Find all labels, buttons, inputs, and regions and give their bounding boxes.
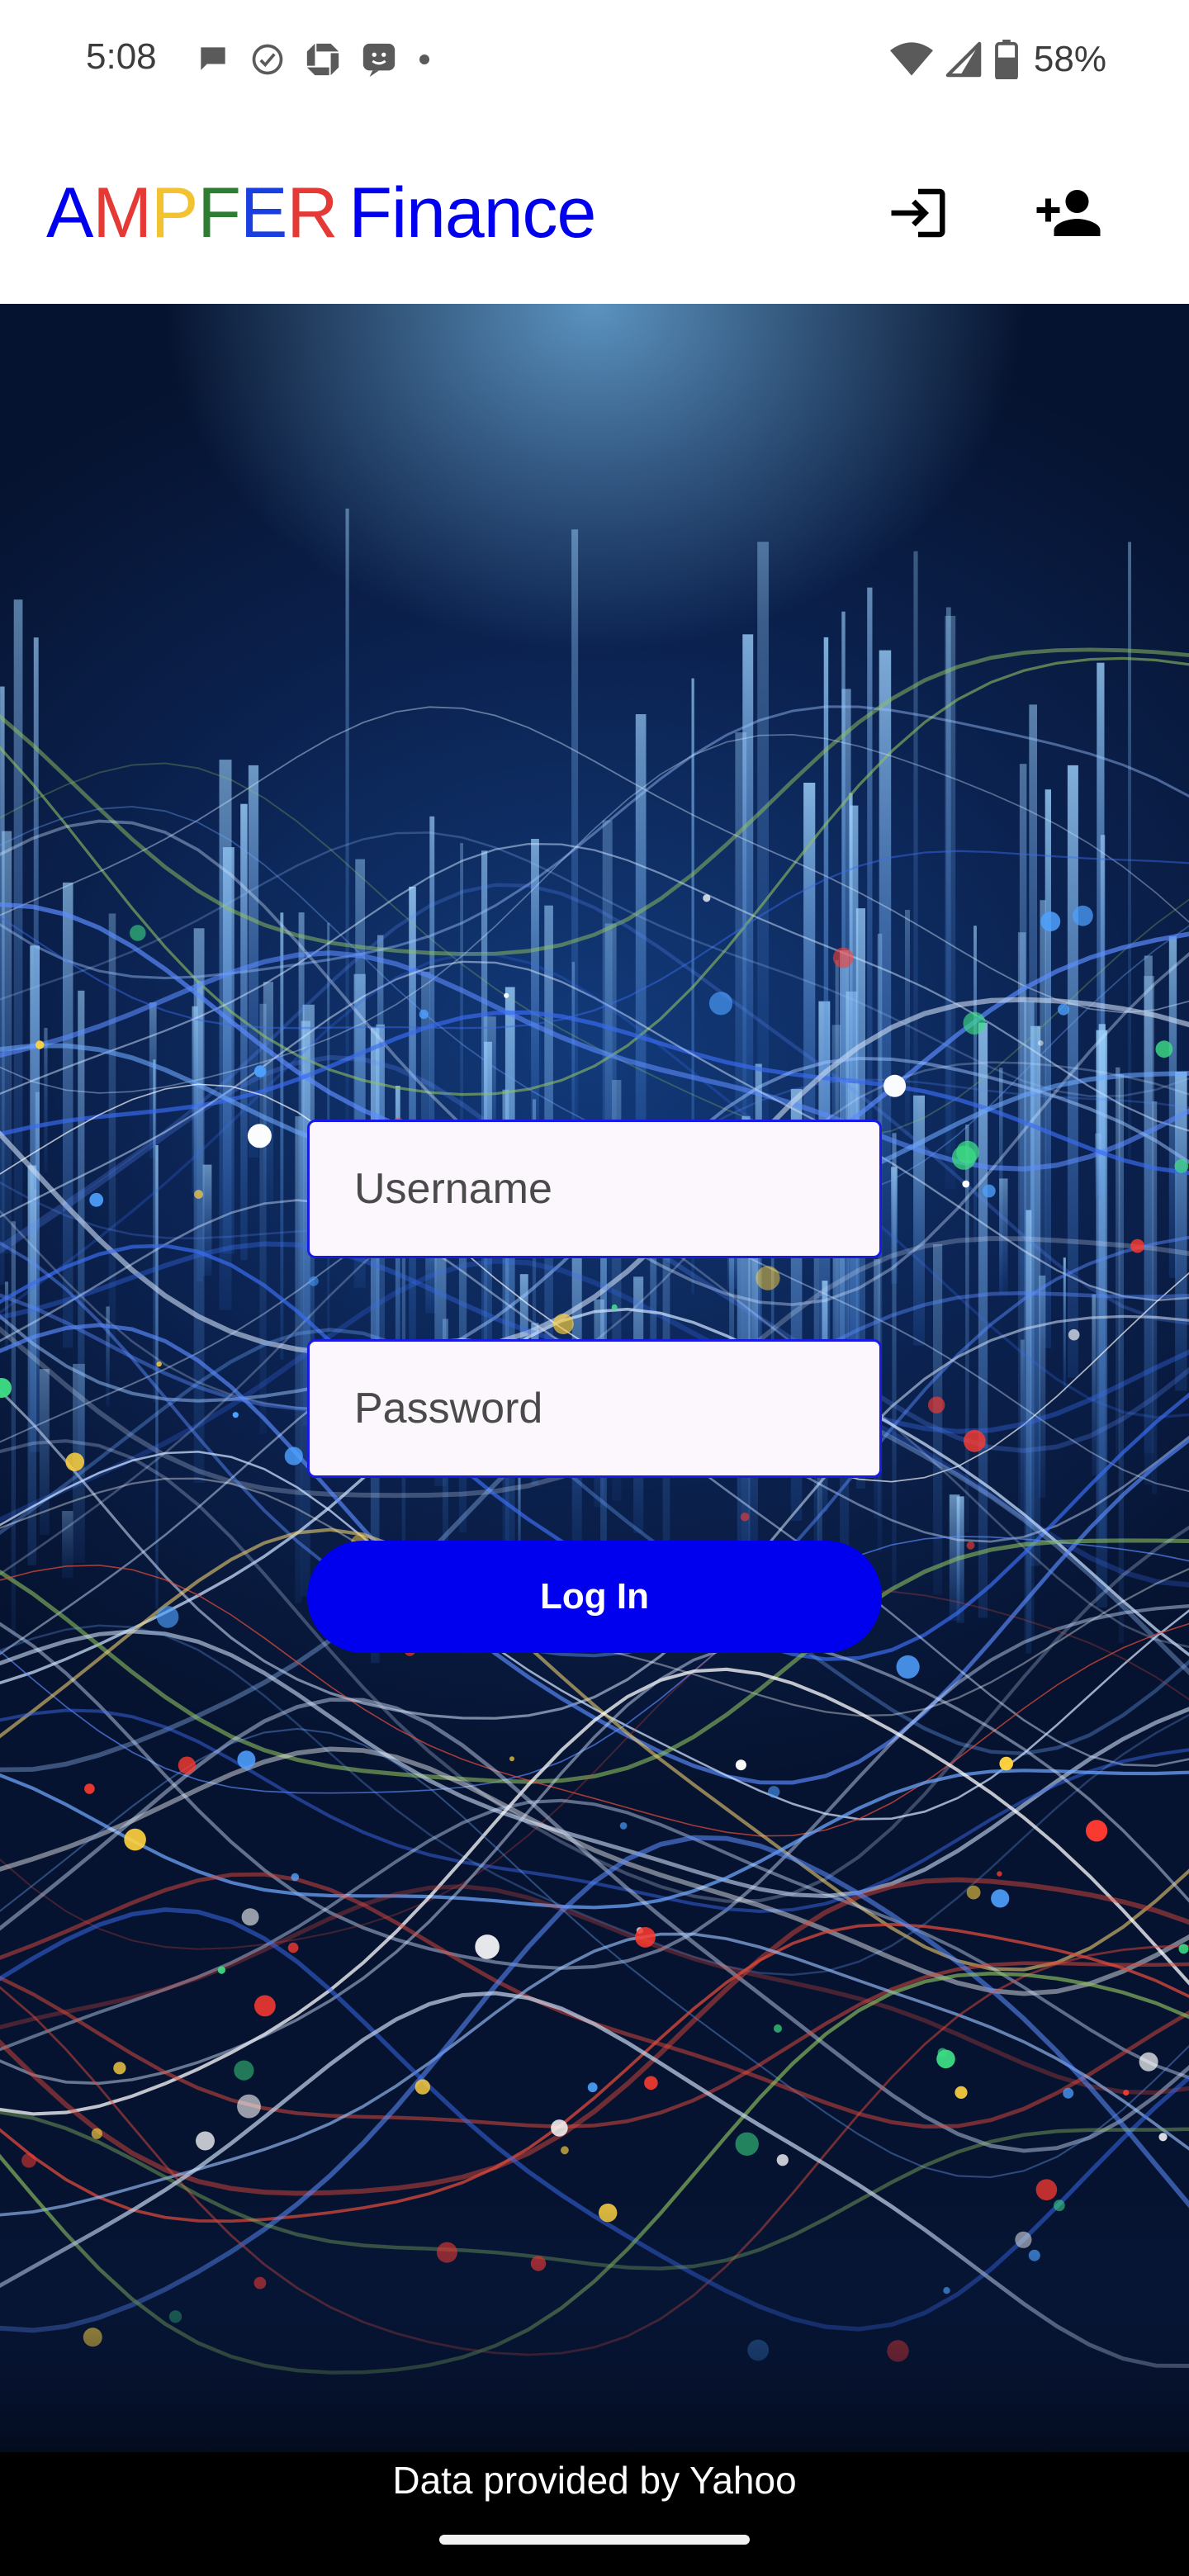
battery-icon: [995, 40, 1018, 79]
username-input[interactable]: [310, 1122, 879, 1256]
system-status: 58%: [889, 36, 1106, 83]
check-circle-icon: [252, 44, 283, 75]
brand-letter: R: [287, 173, 338, 253]
brand-letter: M: [92, 173, 152, 253]
brand-letter: F: [197, 173, 241, 253]
more-dot-icon: [419, 54, 429, 64]
password-field[interactable]: [307, 1339, 882, 1478]
brand-suffix: Finance: [348, 173, 596, 253]
login-submit-button[interactable]: Log In: [307, 1541, 882, 1653]
data-attribution: Data provided by Yahoo: [392, 2459, 797, 2502]
username-field[interactable]: [307, 1120, 882, 1258]
add-user-button[interactable]: [1027, 172, 1110, 254]
messenger-app-icon: [362, 43, 396, 78]
wifi-icon: [889, 42, 933, 76]
brand-letter: A: [46, 173, 93, 253]
chase-bank-icon: [306, 43, 339, 76]
status-bar: 5:08 58%: [0, 0, 1189, 121]
home-indicator-bar[interactable]: [439, 2535, 750, 2545]
login-button-icon-action[interactable]: [877, 172, 959, 254]
brand-letter: P: [151, 173, 198, 253]
status-time: 5:08: [86, 36, 157, 77]
password-input[interactable]: [310, 1342, 879, 1475]
brand-letter: E: [239, 173, 287, 253]
cellular-signal-icon: [945, 41, 982, 78]
notification-icons: [195, 36, 433, 83]
login-icon: [891, 188, 945, 238]
login-screen: 5:08 58% AMPFER Finance Username Log In …: [0, 0, 1189, 2576]
app-logo: AMPFER Finance: [46, 172, 596, 254]
chat-bubble-icon: [201, 47, 225, 70]
app-bar: AMPFER Finance: [0, 121, 1189, 304]
person-add-icon: [1036, 190, 1101, 236]
battery-percentage: 58%: [1033, 39, 1106, 79]
brand-name-letters: AMPFER: [46, 173, 338, 253]
